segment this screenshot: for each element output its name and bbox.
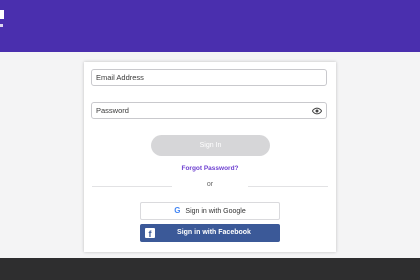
logo-accent [0,24,3,27]
eye-icon[interactable] [312,106,322,116]
divider-right [248,186,328,187]
forgot-password-link[interactable]: Forgot Password? [84,165,336,172]
google-signin-button[interactable]: G Sign in with Google [140,202,280,220]
email-placeholder: Email Address [96,73,144,82]
footer-bar [0,258,420,280]
google-signin-label: Sign in with Google [185,208,246,215]
email-field[interactable]: Email Address [91,69,327,86]
logo-icon [0,10,4,19]
password-field[interactable]: Password [91,102,327,119]
facebook-signin-label: Sign in with Facebook [177,229,251,236]
top-header [0,0,420,52]
signin-button[interactable]: Sign In [151,135,270,156]
facebook-signin-button[interactable]: f Sign in with Facebook [140,224,280,242]
password-placeholder: Password [96,106,129,115]
google-icon: G [174,206,181,215]
login-card: Email Address Password Sign In Forgot Pa… [84,62,336,252]
